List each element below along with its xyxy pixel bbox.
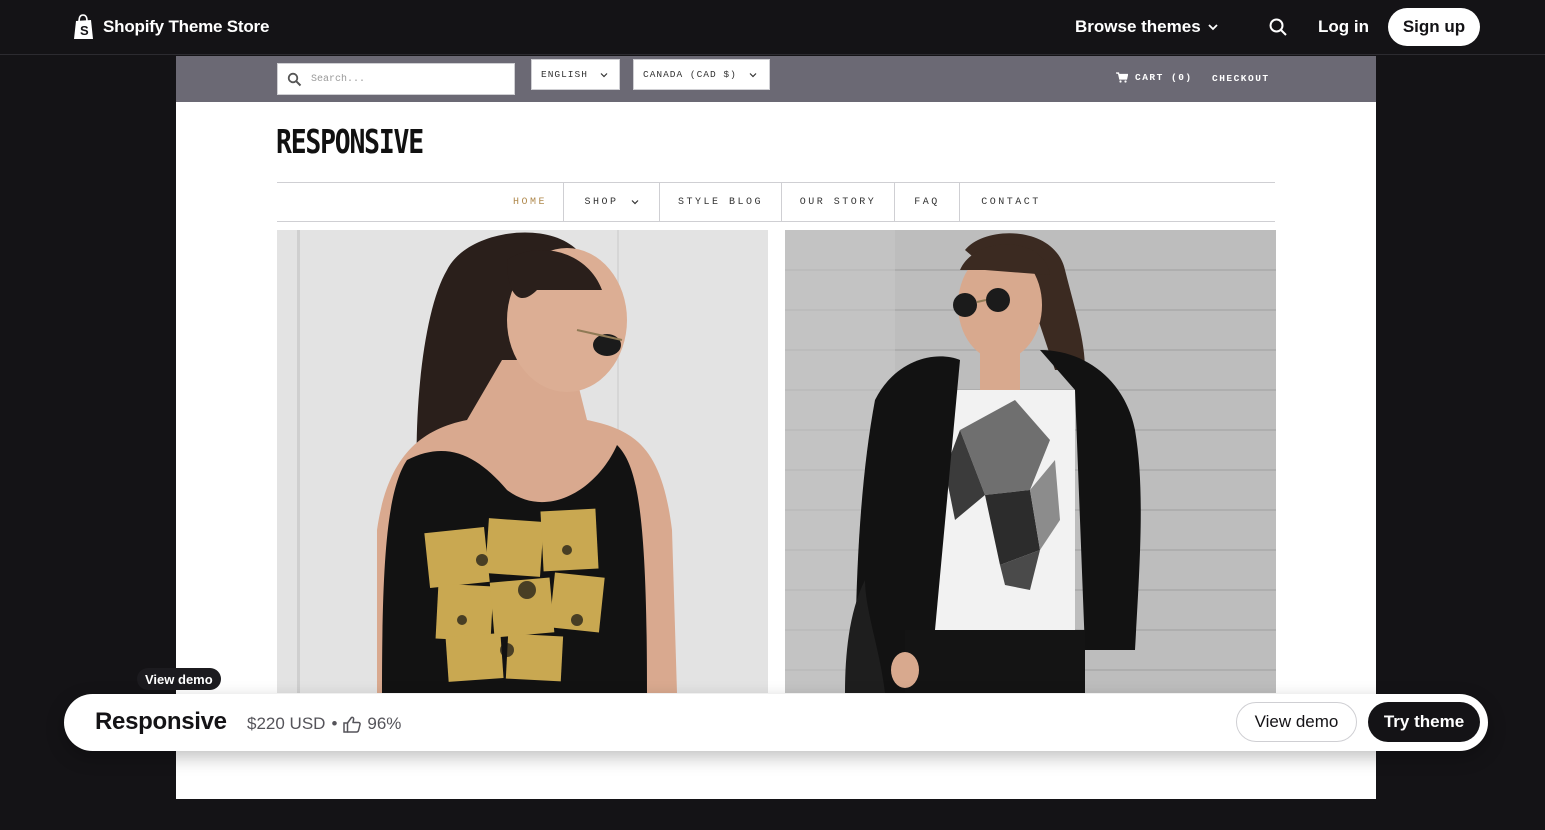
hero-image-right[interactable] <box>785 230 1276 693</box>
demo-utility-bar: ENGLISH CANADA (CAD $) CART (0) CHECKOUT <box>176 56 1376 102</box>
nav-home[interactable]: HOME <box>497 183 563 221</box>
theme-action-bar: Responsive $220 USD • 96% View demo Try … <box>64 694 1488 751</box>
language-select[interactable]: ENGLISH <box>531 59 620 90</box>
store-main-nav: HOME SHOP STYLE BLOG OUR STORY FAQ CONTA… <box>277 182 1275 222</box>
theme-meta: $220 USD • 96% <box>247 714 401 734</box>
theme-price: $220 USD <box>247 714 326 733</box>
thumbs-up-icon <box>343 716 362 733</box>
chevron-down-icon <box>631 200 638 205</box>
store-header: S Shopify Theme Store Browse themes Log … <box>0 0 1545 55</box>
view-demo-button[interactable]: View demo <box>1236 702 1357 742</box>
search-icon <box>287 72 302 86</box>
cart-icon <box>1116 72 1128 83</box>
brand-name: Shopify Theme Store <box>103 17 270 36</box>
store-logo[interactable]: RESPONSIVE <box>276 122 424 161</box>
demo-search-box[interactable] <box>277 63 515 95</box>
nav-our-story-label: OUR STORY <box>799 196 877 208</box>
nav-contact[interactable]: CONTACT <box>960 183 1062 221</box>
nav-contact-label: CONTACT <box>981 196 1041 208</box>
nav-shop-label: SHOP <box>584 196 619 208</box>
language-value: ENGLISH <box>541 69 588 80</box>
shopify-bag-icon: S <box>74 14 93 39</box>
nav-faq-label: FAQ <box>914 196 940 208</box>
cart-label: CART (0) <box>1135 72 1193 83</box>
try-theme-button[interactable]: Try theme <box>1368 702 1480 742</box>
svg-text:S: S <box>80 23 89 38</box>
search-icon[interactable] <box>1268 17 1288 37</box>
browse-themes-menu[interactable]: Browse themes <box>1075 17 1219 37</box>
nav-style-blog[interactable]: STYLE BLOG <box>660 183 781 221</box>
theme-demo-preview: ENGLISH CANADA (CAD $) CART (0) CHECKOUT… <box>176 56 1376 799</box>
nav-faq[interactable]: FAQ <box>895 183 959 221</box>
theme-rating: 96% <box>367 714 402 733</box>
nav-home-label: HOME <box>512 196 547 208</box>
checkout-link[interactable]: CHECKOUT <box>1212 73 1270 84</box>
chevron-down-icon <box>749 72 757 77</box>
currency-select[interactable]: CANADA (CAD $) <box>633 59 770 90</box>
meta-separator: • <box>331 714 338 733</box>
nav-shop[interactable]: SHOP <box>564 183 659 221</box>
demo-search-input[interactable] <box>311 73 501 85</box>
nav-our-story[interactable]: OUR STORY <box>782 183 894 221</box>
view-demo-tooltip: View demo <box>137 668 221 690</box>
currency-value: CANADA (CAD $) <box>643 69 737 80</box>
chevron-down-icon <box>600 72 608 77</box>
theme-title: Responsive <box>95 708 227 735</box>
model-bomber-jacket-image <box>785 230 1276 693</box>
chevron-down-icon <box>1208 24 1218 31</box>
login-link[interactable]: Log in <box>1318 17 1369 37</box>
model-gold-tank-image <box>277 230 768 693</box>
browse-themes-label: Browse themes <box>1075 17 1201 36</box>
brand-link[interactable]: S Shopify Theme Store <box>72 14 269 40</box>
hero-image-left[interactable] <box>277 230 768 693</box>
nav-style-blog-label: STYLE BLOG <box>677 196 763 208</box>
signup-button[interactable]: Sign up <box>1388 8 1480 46</box>
cart-link[interactable]: CART (0) <box>1116 72 1193 83</box>
